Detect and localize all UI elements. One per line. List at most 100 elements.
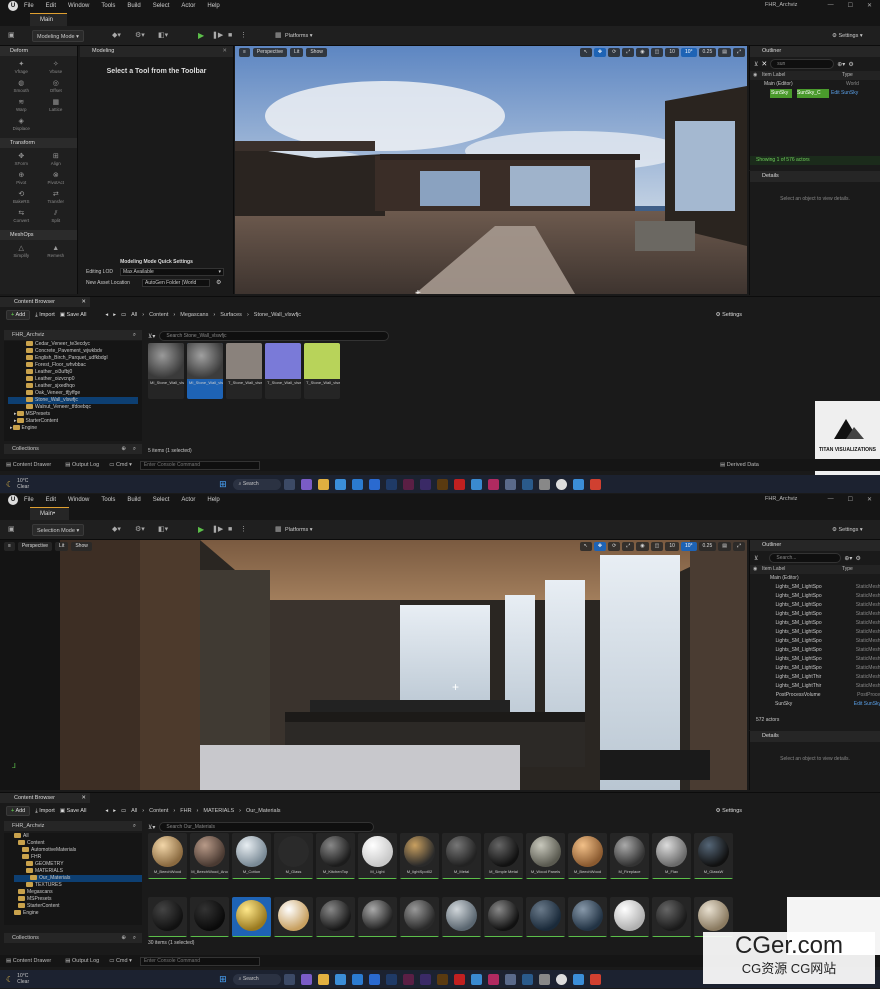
asset-search-input[interactable]: Search Stone_Wall_vlswfjc: [159, 331, 390, 341]
step-icon[interactable]: ❚▶: [212, 524, 223, 536]
world-icon[interactable]: ◉: [636, 48, 649, 57]
scale-snap-value[interactable]: 0.25: [698, 48, 717, 57]
tree-folder[interactable]: GEOMETRY: [14, 861, 142, 868]
search-icon[interactable]: ⌕: [133, 933, 136, 943]
perspective-button[interactable]: Perspective: [17, 541, 53, 551]
rotation-snap-value[interactable]: 10°: [680, 48, 697, 57]
translate-icon[interactable]: ✥: [593, 48, 607, 57]
tool-smooth[interactable]: ◍ Smooth: [4, 79, 39, 96]
breadcrumb-materials[interactable]: MATERIALS: [203, 808, 234, 814]
breadcrumb-all[interactable]: All: [131, 312, 137, 318]
level-viewport[interactable]: ≡ Perspective Lit Show ↖ ✥ ⟳ ⤢ ◉ ◫ 10 10…: [235, 46, 747, 294]
outliner-row[interactable]: Lights_SM_LightSpo StaticMesh: [750, 601, 880, 610]
photoshop-icon[interactable]: [385, 478, 397, 490]
chrome-icon[interactable]: [334, 478, 346, 490]
search-icon[interactable]: ⌕: [133, 821, 136, 831]
tree-folder[interactable]: ▸ Engine: [10, 425, 142, 432]
surface-snap-icon[interactable]: ◫: [650, 48, 664, 57]
material-tile[interactable]: [232, 897, 271, 937]
outliner-search-input[interactable]: sun: [770, 59, 835, 69]
cmd-button[interactable]: ▭ Cmd ▾: [109, 958, 132, 964]
chrome-icon[interactable]: [334, 973, 346, 985]
explorer-icon[interactable]: [317, 478, 329, 490]
column-item-label[interactable]: Item Label: [762, 71, 842, 80]
editing-lod-select[interactable]: Max Available ▾: [120, 268, 224, 276]
add-actor-icon[interactable]: ◆▾: [112, 30, 121, 42]
column-item-label[interactable]: Item Label: [762, 565, 842, 574]
add-filter-icon[interactable]: ⊕▾: [844, 555, 852, 562]
outliner-row[interactable]: Main (Editor) World: [750, 80, 880, 89]
translate-icon[interactable]: ✥: [593, 542, 607, 551]
folder-icon[interactable]: ▭: [121, 312, 126, 318]
tool-pivot[interactable]: ⊕ Pivot: [4, 171, 39, 188]
unreal-logo-icon[interactable]: U: [8, 495, 18, 505]
tree-folder[interactable]: ▸ MSPresets: [14, 411, 142, 418]
material-tile[interactable]: M_Light: [358, 833, 397, 879]
weather-widget[interactable]: 10°C Clear: [17, 973, 29, 985]
rotate-icon[interactable]: ⟳: [608, 542, 621, 551]
outliner-search-input[interactable]: Search...: [769, 553, 842, 563]
forward-icon[interactable]: ▸: [113, 808, 116, 814]
more-play-icon[interactable]: ⋮: [240, 524, 247, 536]
settings-button[interactable]: ⚙ Settings ▾: [832, 30, 863, 42]
rotation-snap-value[interactable]: 10°: [680, 542, 697, 551]
add-collection-icon[interactable]: ⊕: [121, 444, 126, 454]
material-tile[interactable]: M_BeechWood: [568, 833, 607, 879]
world-icon[interactable]: ◉: [636, 542, 649, 551]
asset-tile[interactable]: T_Stone_Wall_vlswfjc_4K_N: [265, 343, 301, 399]
viewport-options-icon[interactable]: ≡: [4, 541, 15, 551]
platforms-icon[interactable]: ▦: [275, 30, 282, 42]
tree-folder[interactable]: AutomotiveMaterials: [14, 847, 142, 854]
tree-folder[interactable]: MSPresets: [14, 896, 142, 903]
asset-search-input[interactable]: Search Our_Materials: [159, 822, 375, 832]
app-icon[interactable]: [487, 478, 499, 490]
material-tile[interactable]: M_Glass: [274, 833, 313, 879]
output-log-button[interactable]: ▤ Output Log: [65, 462, 99, 468]
mode-select[interactable]: Selection Mode ▾: [32, 524, 85, 536]
menu-help[interactable]: Help: [207, 497, 219, 503]
maximize-viewport-icon[interactable]: ⤢: [732, 48, 745, 57]
tree-folder[interactable]: MATERIALS: [14, 868, 142, 875]
material-tile[interactable]: M_KitchenTop: [316, 833, 355, 879]
indesign-icon[interactable]: [402, 973, 414, 985]
menu-select[interactable]: Select: [153, 497, 170, 503]
tree-folder[interactable]: All: [14, 833, 142, 840]
store-icon[interactable]: [368, 478, 380, 490]
material-tile[interactable]: M_Metal: [442, 833, 481, 879]
outliner-row[interactable]: Main (Editor): [750, 574, 880, 583]
tool-warp[interactable]: ≋ Warp: [4, 98, 39, 115]
material-tile[interactable]: M_BeechWood: [148, 833, 187, 879]
outliner-settings-icon[interactable]: ⚙: [855, 555, 860, 562]
asset-tile[interactable]: T_Stone_Wall_vlswfjc_4K_ORDp: [304, 343, 340, 399]
grid-snap-value[interactable]: 10: [665, 48, 679, 57]
breadcrumb-surfaces[interactable]: Surfaces: [220, 312, 242, 318]
folder-icon[interactable]: ▭: [121, 808, 126, 814]
app-icon[interactable]: [504, 478, 516, 490]
tool-simplify[interactable]: △ Simplify: [4, 244, 39, 261]
indesign-icon[interactable]: [402, 478, 414, 490]
menu-build[interactable]: Build: [127, 3, 140, 9]
material-tile[interactable]: M_Fireplace: [610, 833, 649, 879]
close-icon[interactable]: ✕: [222, 46, 227, 57]
forward-icon[interactable]: ▸: [113, 312, 116, 318]
windows-start-icon[interactable]: ⊞: [219, 974, 227, 985]
minimize-icon[interactable]: —: [828, 496, 834, 503]
tree-folder[interactable]: Content: [14, 840, 142, 847]
gear-icon[interactable]: ⚙: [216, 279, 221, 286]
collections-section[interactable]: Collections ⊕ ⌕: [4, 444, 142, 454]
outliner-row[interactable]: PostProcessVolume PostProce: [750, 691, 880, 700]
outliner-settings-icon[interactable]: ⚙: [848, 61, 853, 68]
camera-speed-icon[interactable]: ▤: [718, 542, 731, 551]
material-tile[interactable]: [484, 897, 523, 937]
save-icon[interactable]: ▣: [8, 524, 15, 536]
teams-icon[interactable]: [300, 478, 312, 490]
add-filter-icon[interactable]: ⊕▾: [837, 61, 845, 68]
weather-widget[interactable]: 10°C Clear: [17, 478, 29, 490]
import-button[interactable]: ⤓ Import: [35, 312, 55, 319]
tab-main[interactable]: Main•: [30, 507, 70, 520]
premiere-icon[interactable]: [419, 973, 431, 985]
app-icon[interactable]: [504, 973, 516, 985]
outliner-row[interactable]: Lights_SM_LightSpo StaticMesh: [750, 619, 880, 628]
app-icon[interactable]: [572, 478, 584, 490]
outliner-row[interactable]: Lights_SM_LightSpo StaticMesh: [750, 592, 880, 601]
